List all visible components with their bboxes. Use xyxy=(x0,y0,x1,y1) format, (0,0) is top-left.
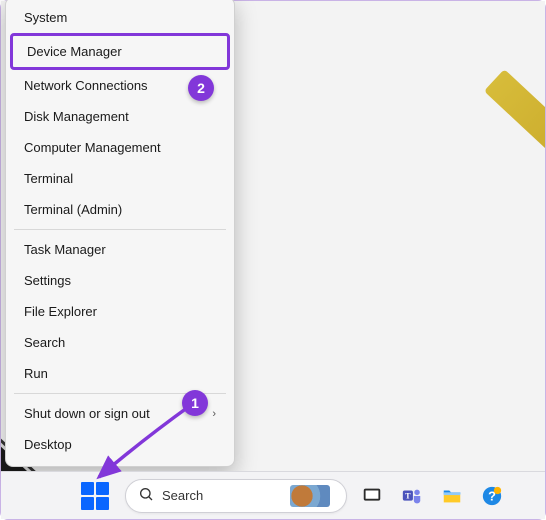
teams-icon[interactable]: T xyxy=(397,481,427,511)
menu-item-settings[interactable]: Settings xyxy=(10,265,230,296)
menu-item-terminal-admin[interactable]: Terminal (Admin) xyxy=(10,194,230,225)
search-label: Search xyxy=(162,488,203,503)
taskbar: Search T ? xyxy=(1,471,545,519)
menu-item-label: Terminal (Admin) xyxy=(24,202,122,217)
task-view-icon[interactable] xyxy=(357,481,387,511)
menu-item-label: Settings xyxy=(24,273,71,288)
menu-item-disk-management[interactable]: Disk Management xyxy=(10,101,230,132)
menu-item-label: System xyxy=(24,10,67,25)
start-button[interactable] xyxy=(81,482,109,510)
menu-item-label: Terminal xyxy=(24,171,73,186)
menu-item-computer-management[interactable]: Computer Management xyxy=(10,132,230,163)
menu-item-system[interactable]: System xyxy=(10,2,230,33)
svg-text:T: T xyxy=(405,491,411,500)
menu-item-terminal[interactable]: Terminal xyxy=(10,163,230,194)
menu-item-label: Disk Management xyxy=(24,109,129,124)
menu-item-label: Search xyxy=(24,335,65,350)
menu-item-label: Device Manager xyxy=(27,44,122,59)
annotation-badge-2: 2 xyxy=(188,75,214,101)
menu-item-label: Run xyxy=(24,366,48,381)
file-explorer-icon[interactable] xyxy=(437,481,467,511)
chevron-right-icon: › xyxy=(212,408,216,420)
search-highlight-art xyxy=(290,485,330,507)
annotation-badge-1: 1 xyxy=(182,390,208,416)
search-icon xyxy=(138,486,154,505)
menu-separator xyxy=(14,229,226,230)
menu-item-task-manager[interactable]: Task Manager xyxy=(10,234,230,265)
menu-item-file-explorer[interactable]: File Explorer xyxy=(10,296,230,327)
menu-item-label: Desktop xyxy=(24,437,72,452)
menu-item-desktop[interactable]: Desktop xyxy=(10,429,230,460)
annotation-highlight: Device Manager xyxy=(10,33,230,70)
menu-item-label: Task Manager xyxy=(24,242,106,257)
tips-icon[interactable]: ? xyxy=(477,481,507,511)
menu-item-device-manager[interactable]: Device Manager xyxy=(13,36,227,67)
menu-item-label: Network Connections xyxy=(24,78,148,93)
menu-item-label: File Explorer xyxy=(24,304,97,319)
menu-item-label: Shut down or sign out xyxy=(24,406,150,421)
menu-item-label: Computer Management xyxy=(24,140,161,155)
taskbar-search[interactable]: Search xyxy=(125,479,347,513)
menu-item-search[interactable]: Search xyxy=(10,327,230,358)
menu-item-run[interactable]: Run xyxy=(10,358,230,389)
